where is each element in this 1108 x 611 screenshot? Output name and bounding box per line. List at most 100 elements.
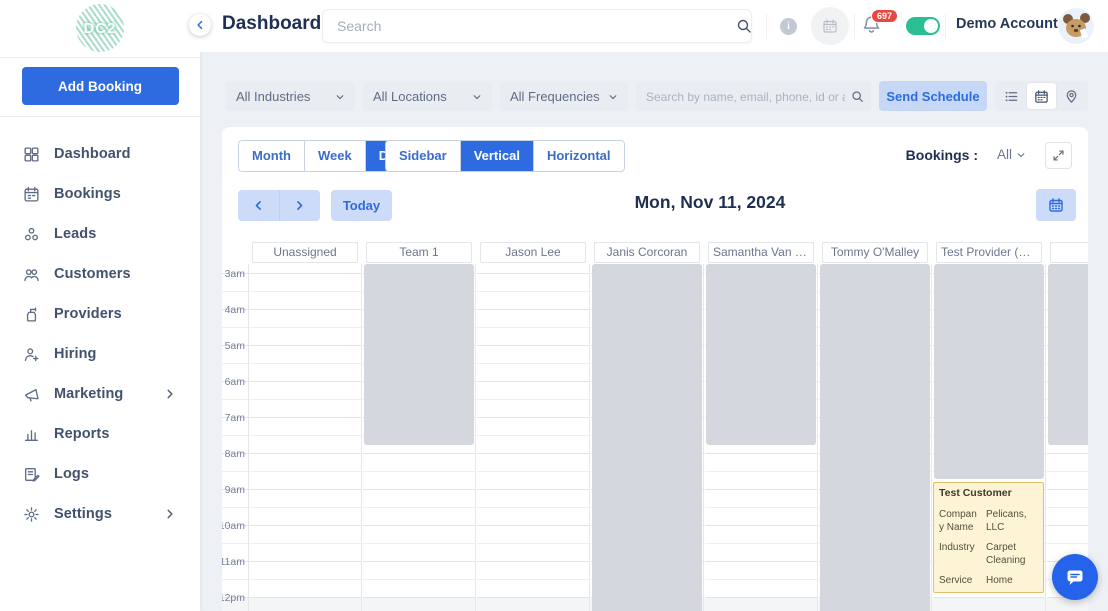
chat-fab-button[interactable]	[1052, 554, 1098, 600]
time-label: 3am	[224, 268, 245, 280]
schedule-column[interactable]: Test Customer Company Name Pelicans, LLC In…	[933, 264, 1046, 611]
toggle-knob	[924, 19, 938, 33]
chevron-down-icon	[336, 94, 344, 99]
booking-customer-name: Test Customer	[939, 487, 1012, 500]
prev-day-button[interactable]	[238, 190, 279, 221]
time-label: 7am	[224, 412, 245, 424]
bookings-filter-value: All	[996, 147, 1012, 162]
date-title: Mon, Nov 11, 2024	[634, 192, 786, 212]
sidebar: DC2 Add Booking Dashboard Bookings Leads Cu…	[0, 0, 200, 611]
info-icon[interactable]: i	[780, 18, 797, 35]
locations-filter-dropdown[interactable]: All Locations	[363, 82, 492, 111]
date-picker-button[interactable]	[1036, 189, 1076, 221]
provider-column-header[interactable]: Ja...	[1050, 242, 1088, 263]
booking-field-value: Carpet Cleaning	[986, 541, 1026, 566]
sidebar-item-label: Reports	[54, 426, 110, 442]
page-title: Dashboard	[222, 13, 322, 34]
industries-filter-dropdown[interactable]: All Industries	[226, 82, 355, 111]
add-booking-button[interactable]: Add Booking	[21, 67, 179, 105]
sidebar-item-logs[interactable]: Logs	[0, 454, 200, 494]
booking-field-row: Service Home	[939, 574, 1038, 587]
provider-column-header[interactable]: Tommy O'Malley	[822, 242, 928, 263]
chevron-right-icon	[297, 201, 303, 210]
calendar-icon	[1035, 89, 1048, 103]
busy-block	[706, 264, 816, 445]
map-view-button[interactable]	[1056, 83, 1086, 109]
avatar[interactable]	[1058, 8, 1094, 44]
schedule-column[interactable]	[363, 264, 476, 611]
sidebar-item-label: Marketing	[54, 386, 124, 402]
divider	[766, 14, 767, 38]
main-content: All Industries All Locations All Frequen…	[200, 52, 1108, 611]
provider-column-header[interactable]: Jason Lee	[480, 242, 586, 263]
calendar-view-button[interactable]	[1026, 83, 1057, 109]
notifications-bell-icon[interactable]: 697	[862, 9, 899, 37]
calendar-sync-icon[interactable]	[811, 7, 849, 45]
sidebar-item-customers[interactable]: Customers	[0, 254, 200, 294]
bookings-filter-label: Bookings :	[905, 147, 978, 163]
schedule-column[interactable]	[705, 264, 818, 611]
provider-column-header[interactable]: Test Provider (Also ...	[936, 242, 1042, 263]
tab-month[interactable]: Month	[239, 141, 304, 171]
bookings-filter-dropdown[interactable]: All	[997, 147, 1026, 162]
sidebar-item-label: Leads	[54, 226, 97, 242]
schedule-column[interactable]	[249, 264, 362, 611]
reports-icon	[22, 425, 40, 443]
sidebar-item-providers[interactable]: Providers	[0, 294, 200, 334]
sidebar-item-hiring[interactable]: Hiring	[0, 334, 200, 374]
sidebar-item-dashboard[interactable]: Dashboard	[0, 134, 200, 174]
sidebar-item-marketing[interactable]: Marketing	[0, 374, 200, 414]
tab-vertical[interactable]: Vertical	[459, 141, 533, 171]
provider-column-header[interactable]: Janis Corcoran	[594, 242, 700, 263]
provider-column-header[interactable]: Samantha Van Brau...	[708, 242, 814, 263]
sidebar-item-label: Providers	[54, 306, 122, 322]
booking-field-value: Home	[986, 574, 1013, 586]
account-label: Demo Account	[956, 16, 1058, 32]
industries-filter-value: All Industries	[236, 89, 311, 104]
chevron-down-icon	[1017, 152, 1025, 157]
list-icon	[1005, 91, 1018, 101]
divider	[945, 14, 946, 38]
frequencies-filter-dropdown[interactable]: All Frequencies	[500, 82, 628, 111]
provider-column-header[interactable]: Team 1	[366, 242, 472, 263]
sidebar-item-settings[interactable]: Settings	[0, 494, 200, 534]
schedule-column[interactable]	[477, 264, 590, 611]
booking-card[interactable]: Test Customer Company Name Pelicans, LLC In…	[933, 482, 1044, 593]
tab-horizontal[interactable]: Horizontal	[532, 141, 624, 171]
schedule-column[interactable]	[819, 264, 932, 611]
sidebar-item-label: Logs	[54, 466, 90, 482]
send-schedule-button[interactable]: Send Schedule	[879, 81, 987, 111]
next-day-button[interactable]	[278, 190, 321, 221]
busy-block	[1048, 264, 1088, 445]
booking-field-label: Industry	[939, 541, 975, 553]
layout-tabs: Sidebar Vertical Horizontal	[385, 140, 625, 172]
busy-block	[934, 264, 1044, 480]
sidebar-collapse-button[interactable]	[189, 14, 211, 36]
locations-filter-value: All Locations	[373, 89, 447, 104]
customer-search-input[interactable]	[636, 82, 871, 111]
sidebar-item-reports[interactable]: Reports	[0, 414, 200, 454]
tab-week[interactable]: Week	[303, 141, 365, 171]
sidebar-item-label: Bookings	[54, 186, 121, 202]
divider	[854, 14, 855, 38]
fullscreen-button[interactable]	[1045, 142, 1072, 169]
provider-column-header[interactable]: Unassigned	[252, 242, 358, 263]
calendar-icon	[1049, 198, 1063, 212]
sidebar-item-leads[interactable]: Leads	[0, 214, 200, 254]
chevron-down-icon	[473, 94, 481, 99]
date-nav	[238, 190, 320, 221]
time-label: 12pm	[222, 592, 245, 604]
availability-toggle[interactable]	[906, 17, 940, 35]
global-search-input[interactable]	[322, 9, 752, 43]
list-view-button[interactable]	[997, 83, 1027, 109]
leads-icon	[22, 225, 40, 243]
view-switcher	[995, 81, 1088, 111]
time-label: 6am	[224, 376, 245, 388]
account-menu[interactable]: Demo Account	[956, 16, 1075, 32]
map-pin-icon	[1066, 89, 1076, 103]
tab-sidebar[interactable]: Sidebar	[386, 141, 460, 171]
time-label: 11am	[222, 556, 245, 568]
schedule-column[interactable]	[591, 264, 704, 611]
sidebar-item-bookings[interactable]: Bookings	[0, 174, 200, 214]
sidebar-item-label: Dashboard	[54, 146, 131, 162]
